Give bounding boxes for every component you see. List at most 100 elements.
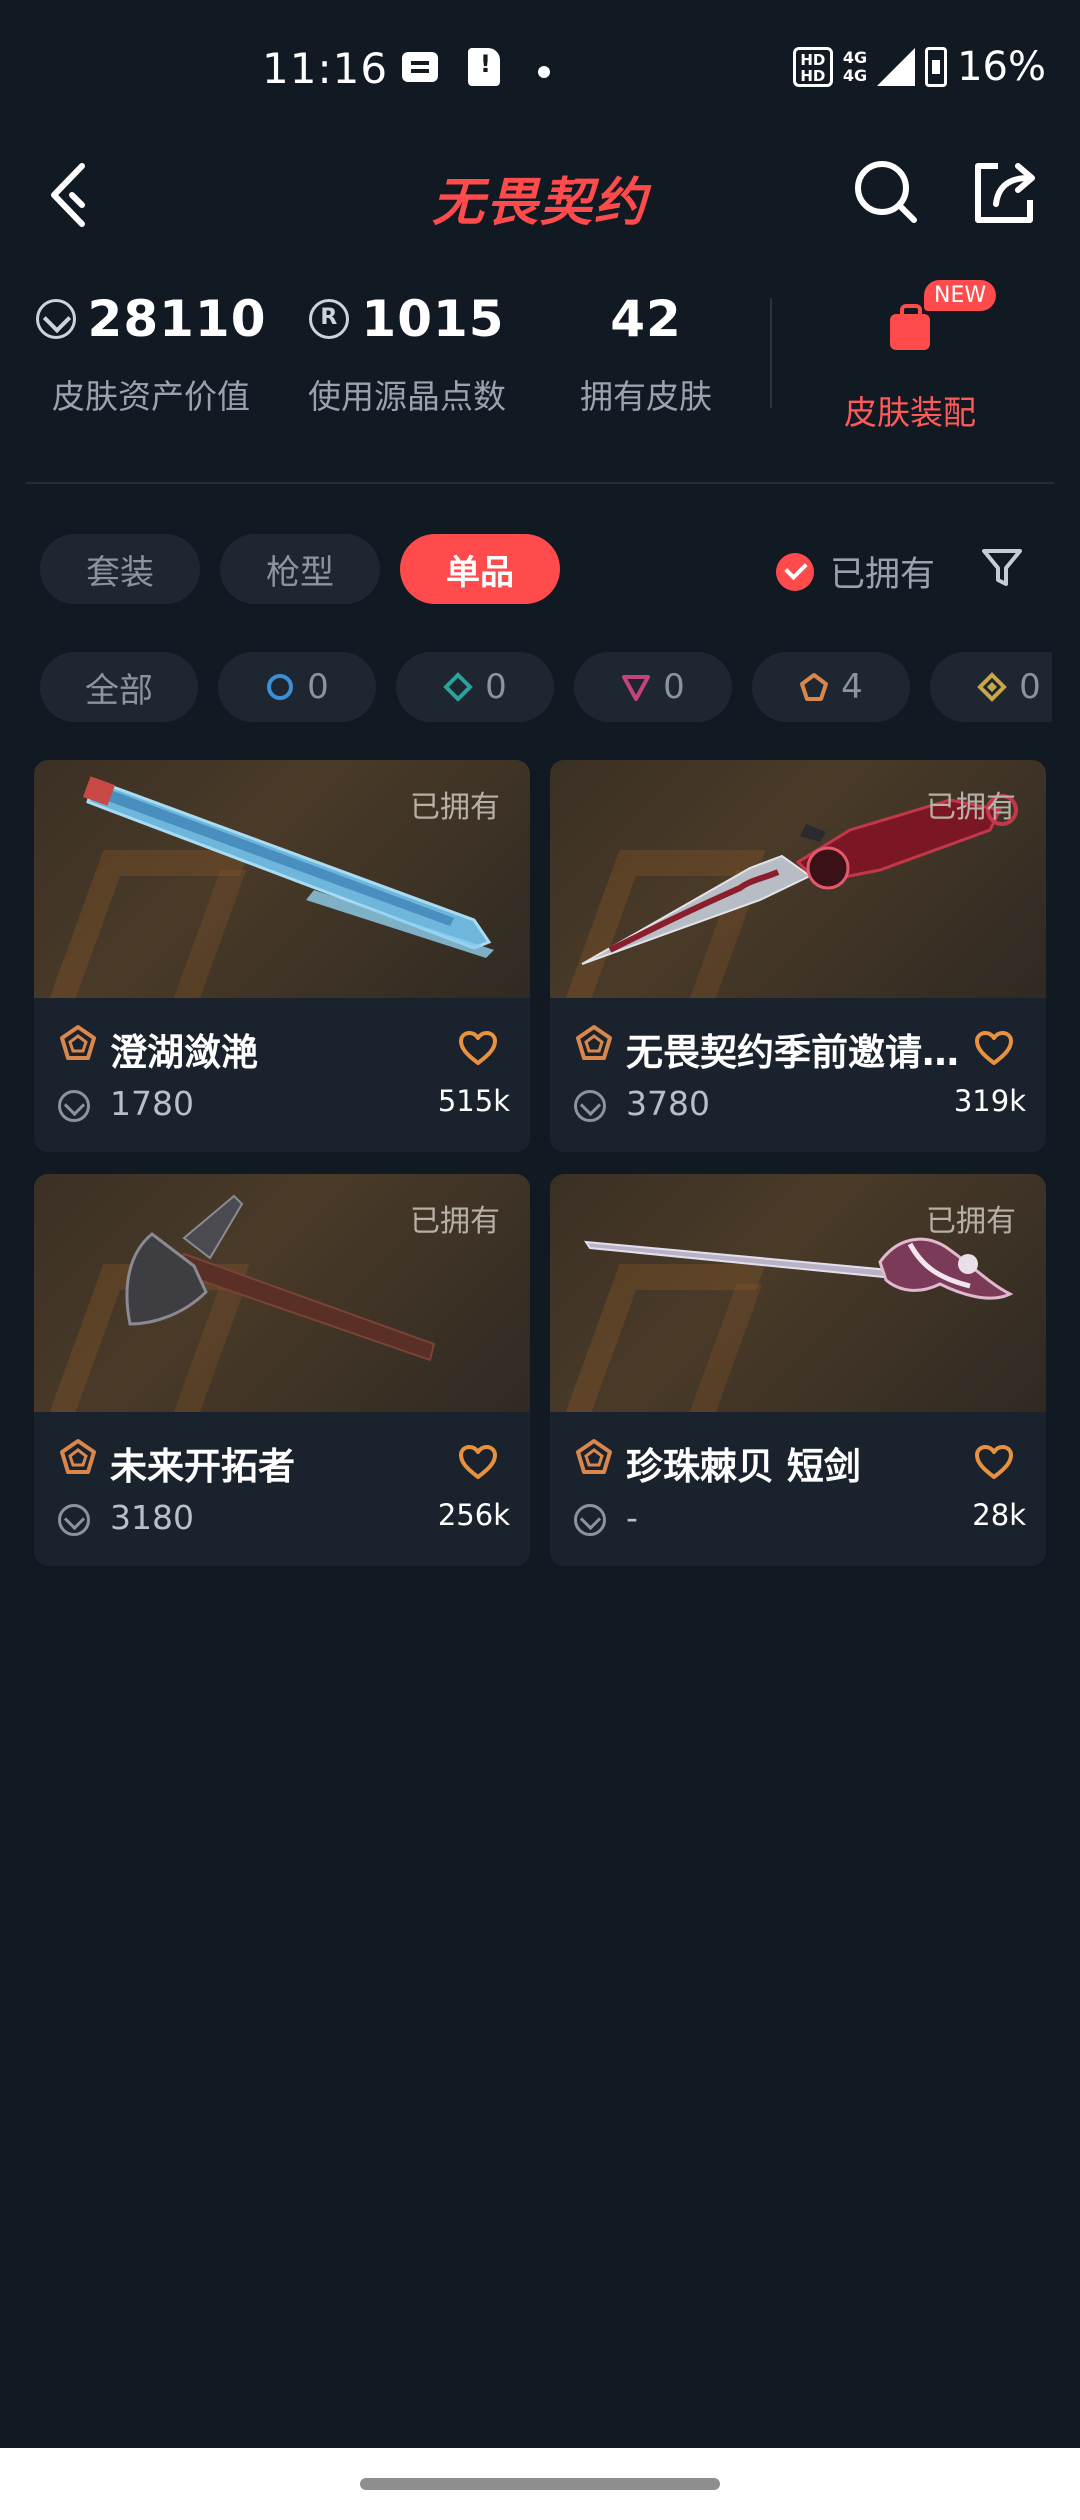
message-notification-icon: [402, 52, 438, 82]
notification-dot-icon: [538, 66, 550, 78]
asset-value-label: 皮肤资产价值: [52, 377, 250, 416]
heart-icon[interactable]: [458, 1444, 498, 1480]
skin-equip-label: 皮肤装配: [844, 393, 976, 432]
chip-count: 0: [1019, 667, 1041, 707]
asset-value-number: 28110: [87, 290, 267, 348]
checked-icon: [776, 552, 814, 591]
owned-tag: 已拥有: [926, 1204, 1016, 1239]
owned-count-label: 拥有皮肤: [580, 377, 712, 416]
asset-value-stat: 28110 皮肤资产价值: [35, 290, 267, 418]
chip-exclusive-tier[interactable]: 4: [752, 652, 910, 722]
share-button[interactable]: [968, 154, 1044, 230]
exclusive-tier-icon: [60, 1025, 96, 1060]
home-indicator[interactable]: [360, 2478, 720, 2490]
chip-deluxe-tier[interactable]: 0: [396, 652, 554, 722]
skin-name: 珍珠棘贝 短剑: [626, 1445, 861, 1488]
network-type-label-2: 4G: [842, 66, 868, 85]
skin-collection-page: 11:16 HDHD 4G 4G 16% 无畏契约: [0, 0, 1080, 2520]
battery-icon: [925, 47, 948, 87]
filter-icon: [982, 549, 1022, 586]
points-used-stat: 1015 使用源晶点数: [292, 290, 522, 418]
skin-equip-button[interactable]: NEW 皮肤装配: [810, 280, 1010, 434]
share-icon: [975, 163, 1035, 223]
points-used: 1015: [292, 290, 522, 348]
status-right-group: HD HD 4G 4G 16%: [792, 44, 1046, 90]
search-button[interactable]: [848, 154, 924, 230]
chip-count: 0: [485, 667, 507, 707]
heart-icon[interactable]: [974, 1030, 1014, 1066]
points-used-label: 使用源晶点数: [308, 377, 506, 416]
skin-card[interactable]: 已拥有 无畏契约季前邀请赛 蝴蝶刀 3780 319k: [550, 760, 1046, 1152]
chip-count: 0: [307, 667, 329, 707]
new-badge: NEW: [924, 280, 997, 311]
owned-count-number: 42: [610, 290, 682, 348]
exclusive-tier-icon: [60, 1439, 96, 1474]
chip-all[interactable]: 全部: [40, 652, 198, 722]
valorant-points-icon: [58, 1504, 90, 1536]
network-type: 4G 4G: [843, 49, 867, 85]
nav-bar: 无畏契约: [0, 140, 1080, 250]
hd-call-icon: HD HD: [792, 47, 833, 87]
battery-percent: 16%: [957, 44, 1046, 90]
ultra-tier-icon: [977, 672, 1008, 702]
chip-ultra-tier[interactable]: 0: [930, 652, 1052, 722]
chip-premium-tier[interactable]: 0: [574, 652, 732, 722]
select-tier-icon: [267, 674, 294, 700]
chip-select-tier[interactable]: 0: [218, 652, 376, 722]
owned-tag: 已拥有: [410, 790, 500, 825]
signal-icon: [877, 48, 916, 86]
deluxe-tier-icon: [443, 672, 474, 702]
page-title: 无畏契约: [431, 173, 648, 233]
exclusive-tier-icon: [576, 1025, 612, 1060]
heart-icon[interactable]: [974, 1444, 1014, 1480]
category-tabs: 套装 枪型 单品: [40, 534, 560, 604]
stats-divider: [770, 298, 772, 408]
points-used-number: 1015: [361, 290, 505, 348]
back-icon: [51, 163, 85, 227]
valorant-points-icon: [574, 1090, 606, 1122]
search-icon: [855, 161, 917, 223]
skin-price: 3780: [626, 1084, 710, 1123]
heart-icon[interactable]: [458, 1030, 498, 1066]
filter-button[interactable]: [980, 546, 1024, 590]
chip-count: 4: [841, 667, 863, 707]
valorant-points-icon: [58, 1090, 90, 1122]
header-divider: [26, 482, 1054, 484]
exclusive-tier-icon: [800, 673, 829, 701]
skin-image: 已拥有: [550, 760, 1046, 998]
skin-card[interactable]: 已拥有 澄湖潋滟 1780 515k: [34, 760, 530, 1152]
valorant-points-icon: [574, 1504, 606, 1536]
status-bar: 11:16 HDHD 4G 4G 16%: [0, 0, 1080, 150]
skin-name: 澄湖潋滟: [110, 1031, 258, 1074]
premium-tier-icon: [622, 675, 651, 701]
owned-tag: 已拥有: [926, 790, 1016, 825]
skin-card[interactable]: 已拥有 未来开拓者 3180 256k: [34, 1174, 530, 1566]
tab-sets[interactable]: 套装: [40, 534, 200, 604]
valorant-points-icon: [35, 299, 76, 339]
skin-likes: 515k: [437, 1084, 510, 1118]
network-type-label-1: 4G: [842, 48, 868, 67]
skin-card[interactable]: 已拥有 珍珠棘贝 短剑 - 28k: [550, 1174, 1046, 1566]
back-button[interactable]: [44, 160, 104, 230]
skin-name: 未来开拓者: [110, 1445, 295, 1488]
exclusive-tier-icon: [576, 1439, 612, 1474]
skin-image: 已拥有: [550, 1174, 1046, 1412]
skin-price: 3180: [110, 1498, 194, 1537]
skin-price: -: [626, 1498, 638, 1537]
skin-likes: 319k: [953, 1084, 1026, 1118]
chip-all-label: 全部: [85, 670, 153, 711]
status-time: 11:16: [262, 44, 389, 93]
sim-alert-icon: [468, 48, 500, 86]
owned-filter-toggle[interactable]: 已拥有: [776, 546, 935, 597]
skin-image: 已拥有: [34, 760, 530, 998]
tab-weapon-types[interactable]: 枪型: [220, 534, 380, 604]
system-nav-area: [0, 2448, 1080, 2520]
loadout-bag-icon: [890, 304, 930, 350]
skin-price: 1780: [110, 1084, 194, 1123]
rarity-filter-chips: 全部 0 0 0 4 0: [40, 652, 1052, 722]
radianite-points-icon: [309, 299, 350, 339]
tab-single-items[interactable]: 单品: [400, 534, 560, 604]
owned-tag: 已拥有: [410, 1204, 500, 1239]
owned-count-stat: 42 拥有皮肤: [548, 290, 744, 418]
skin-name: 无畏契约季前邀请赛 蝴蝶刀: [626, 1031, 966, 1074]
